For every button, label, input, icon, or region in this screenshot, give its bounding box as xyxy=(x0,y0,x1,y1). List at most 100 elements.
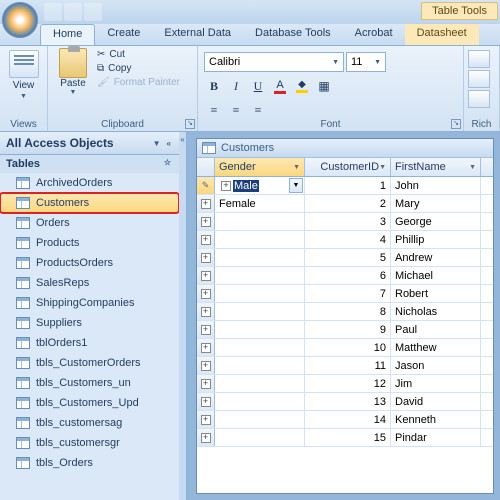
cell-gender[interactable] xyxy=(215,357,305,374)
expand-row-icon[interactable]: + xyxy=(201,379,211,389)
tab-database-tools[interactable]: Database Tools xyxy=(243,24,343,45)
nav-item-productsorders[interactable]: ProductsOrders xyxy=(0,253,179,273)
office-button[interactable] xyxy=(2,2,38,38)
view-button[interactable]: View ▼ xyxy=(6,48,41,102)
paste-button[interactable]: Paste ▼ xyxy=(54,48,92,114)
cell-customerid[interactable]: 11 xyxy=(305,357,391,374)
row-selector[interactable]: + xyxy=(197,339,215,356)
expand-row-icon[interactable]: + xyxy=(201,235,211,245)
cell-firstname[interactable]: Robert xyxy=(391,285,481,302)
copy-button[interactable]: ⧉Copy xyxy=(96,62,181,75)
cell-gender[interactable] xyxy=(215,249,305,266)
cell-firstname[interactable]: George xyxy=(391,213,481,230)
cell-gender[interactable] xyxy=(215,339,305,356)
column-header-gender[interactable]: Gender▼ xyxy=(215,158,305,176)
nav-item-tbls_customersgr[interactable]: tbls_customersgr xyxy=(0,433,179,453)
row-selector[interactable]: + xyxy=(197,375,215,392)
cell-gender[interactable] xyxy=(215,375,305,392)
collapse-nav-icon[interactable]: « xyxy=(165,139,173,148)
cell-firstname[interactable]: Matthew xyxy=(391,339,481,356)
cell-firstname[interactable]: Pindar xyxy=(391,429,481,446)
fill-color-button[interactable]: ◆ xyxy=(292,76,312,96)
shutter-bar-open-close[interactable]: « xyxy=(179,132,187,500)
cell-firstname[interactable]: Nicholas xyxy=(391,303,481,320)
tab-external-data[interactable]: External Data xyxy=(152,24,243,45)
row-selector[interactable]: + xyxy=(197,267,215,284)
rich-button-3[interactable] xyxy=(468,90,490,108)
cell-customerid[interactable]: 9 xyxy=(305,321,391,338)
expand-row-icon[interactable]: + xyxy=(201,433,211,443)
cell-firstname[interactable]: Jim xyxy=(391,375,481,392)
cell-customerid[interactable]: 10 xyxy=(305,339,391,356)
font-color-button[interactable]: A xyxy=(270,76,290,96)
row-selector[interactable]: + xyxy=(197,393,215,410)
row-selector[interactable]: + xyxy=(197,429,215,446)
row-selector[interactable]: + xyxy=(197,321,215,338)
cell-gender[interactable] xyxy=(215,321,305,338)
cell-gender[interactable] xyxy=(215,285,305,302)
cell-gender[interactable] xyxy=(215,303,305,320)
cell-firstname[interactable]: Paul xyxy=(391,321,481,338)
tab-home[interactable]: Home xyxy=(40,24,95,45)
nav-item-tbls_customerorders[interactable]: tbls_CustomerOrders xyxy=(0,353,179,373)
qat-undo-icon[interactable] xyxy=(64,3,82,21)
nav-item-salesreps[interactable]: SalesReps xyxy=(0,273,179,293)
nav-item-shippingcompanies[interactable]: ShippingCompanies xyxy=(0,293,179,313)
font-name-select[interactable]: Calibri▼ xyxy=(204,52,344,72)
cell-firstname[interactable]: David xyxy=(391,393,481,410)
subwindow-titlebar[interactable]: Customers xyxy=(197,139,493,158)
bold-button[interactable]: B xyxy=(204,76,224,96)
cell-customerid[interactable]: 13 xyxy=(305,393,391,410)
cell-customerid[interactable]: 2 xyxy=(305,195,391,212)
cell-firstname[interactable]: Kenneth xyxy=(391,411,481,428)
expand-row-icon[interactable]: + xyxy=(201,415,211,425)
chevron-down-icon[interactable]: ▼ xyxy=(151,139,163,148)
row-selector[interactable]: ✎ xyxy=(197,177,215,194)
format-painter-button[interactable]: 🖌Format Painter xyxy=(96,76,181,89)
cell-customerid[interactable]: 12 xyxy=(305,375,391,392)
select-all-cell[interactable] xyxy=(197,158,215,176)
align-right-button[interactable]: ≡ xyxy=(248,100,268,120)
nav-item-customers[interactable]: Customers xyxy=(0,193,179,213)
cell-customerid[interactable]: 8 xyxy=(305,303,391,320)
column-header-customerid[interactable]: CustomerID▼ xyxy=(305,158,391,176)
cell-customerid[interactable]: 6 xyxy=(305,267,391,284)
clipboard-launcher[interactable]: ↘ xyxy=(185,119,195,129)
cell-customerid[interactable]: 15 xyxy=(305,429,391,446)
chevron-down-icon[interactable]: ▼ xyxy=(289,178,303,193)
expand-row-icon[interactable]: + xyxy=(201,397,211,407)
cell-firstname[interactable]: Phillip xyxy=(391,231,481,248)
cell-customerid[interactable]: 3 xyxy=(305,213,391,230)
expand-row-icon[interactable]: + xyxy=(201,343,211,353)
expand-row-icon[interactable]: + xyxy=(201,289,211,299)
row-selector[interactable]: + xyxy=(197,411,215,428)
nav-item-tbls_customers_upd[interactable]: tbls_Customers_Upd xyxy=(0,393,179,413)
align-center-button[interactable]: ≡ xyxy=(226,100,246,120)
nav-item-suppliers[interactable]: Suppliers xyxy=(0,313,179,333)
cell-customerid[interactable]: 5 xyxy=(305,249,391,266)
font-launcher[interactable]: ↘ xyxy=(451,119,461,129)
cell-firstname[interactable]: John xyxy=(391,177,481,194)
font-size-select[interactable]: 11▼ xyxy=(346,52,386,72)
cell-customerid[interactable]: 4 xyxy=(305,231,391,248)
row-selector[interactable]: + xyxy=(197,213,215,230)
nav-item-tbls_customersag[interactable]: tbls_customersag xyxy=(0,413,179,433)
cell-gender[interactable] xyxy=(215,267,305,284)
nav-item-archivedorders[interactable]: ArchivedOrders xyxy=(0,173,179,193)
expand-row-icon[interactable]: + xyxy=(201,199,211,209)
cell-customerid[interactable]: 7 xyxy=(305,285,391,302)
column-header-firstname[interactable]: FirstName▼ xyxy=(391,158,481,176)
cell-gender[interactable] xyxy=(215,231,305,248)
expand-row-icon[interactable]: + xyxy=(201,307,211,317)
tab-create[interactable]: Create xyxy=(95,24,152,45)
cell-gender[interactable]: +Male▼ xyxy=(215,177,305,194)
nav-group-header[interactable]: Tables ☆ xyxy=(0,155,179,173)
italic-button[interactable]: I xyxy=(226,76,246,96)
expand-row-icon[interactable]: + xyxy=(201,253,211,263)
cell-firstname[interactable]: Jason xyxy=(391,357,481,374)
expand-row-icon[interactable]: + xyxy=(201,271,211,281)
row-selector[interactable]: + xyxy=(197,285,215,302)
nav-header[interactable]: All Access Objects ▼ « xyxy=(0,132,179,155)
row-selector[interactable]: + xyxy=(197,303,215,320)
row-selector[interactable]: + xyxy=(197,357,215,374)
